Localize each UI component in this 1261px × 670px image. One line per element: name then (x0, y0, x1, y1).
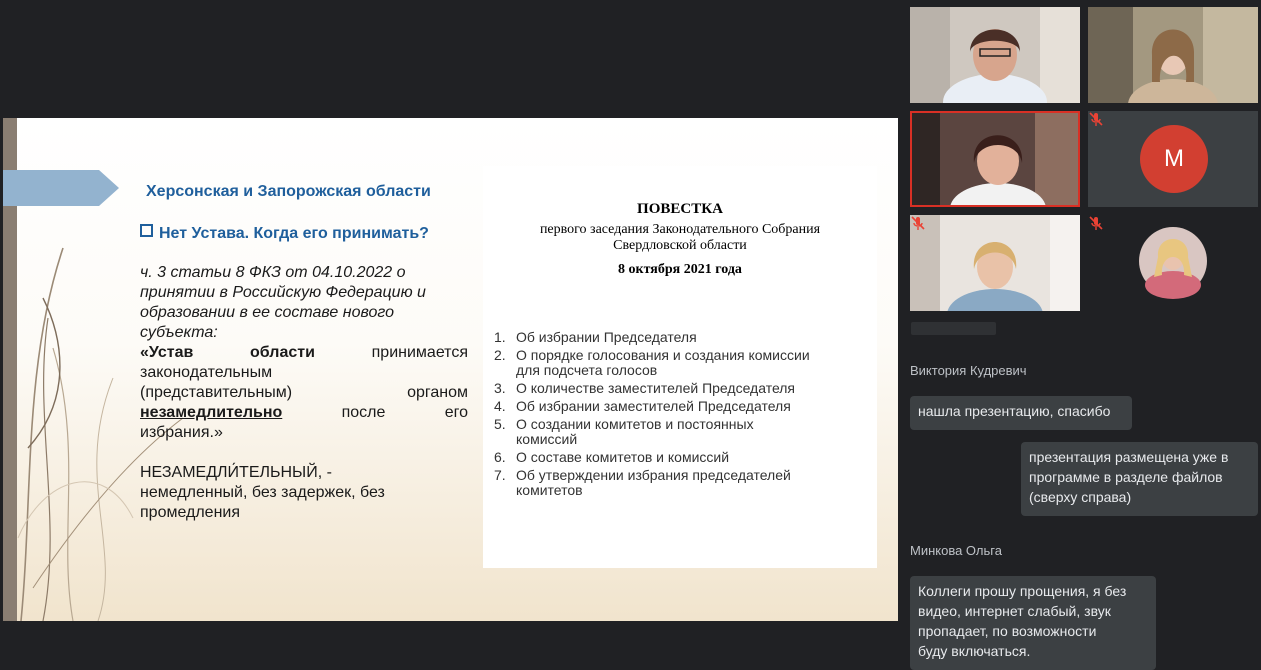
participant-tile-6[interactable] (1088, 215, 1258, 311)
quote-word: принимается (371, 344, 468, 361)
chat-message-own: презентация размещена уже в программе в … (1021, 442, 1258, 516)
agenda-item-number: 4. (494, 398, 506, 414)
agenda-item: 3. О количестве заместителей Председателя (494, 381, 874, 396)
agenda-item-number: 3. (494, 380, 506, 396)
agenda-item-number: 5. (494, 416, 506, 432)
agenda-item-number: 7. (494, 467, 506, 483)
definition-line: немедленный, без задержек, без (140, 484, 385, 501)
citation-line: принятии в Российскую Федерацию и (140, 284, 426, 301)
quote-line: законодательным (140, 364, 273, 381)
definition-line: промедления (140, 504, 241, 521)
chat-author: Минкова Ольга (910, 543, 1002, 558)
title-ribbon (3, 170, 119, 206)
participant-video (910, 7, 1080, 103)
agenda-item-text: Об избрании заместителей Председателя (516, 398, 791, 414)
agenda-item-text: для подсчета голосов (516, 362, 658, 378)
quote-word: его (444, 404, 468, 421)
agenda-item: 2. О порядке голосования и создания комис… (494, 348, 874, 378)
chat-message-line: программе в разделе файлов (1029, 469, 1223, 485)
quote-word: «Устав (140, 344, 194, 361)
participant-tile-3-active-speaker[interactable] (910, 111, 1080, 207)
chat-author: Виктория Кудревич (910, 363, 1027, 378)
slide-title: Херсонская и Запорожская области (146, 183, 431, 200)
chat-message-line: презентация размещена уже в (1029, 449, 1229, 465)
agenda-item-number: 2. (494, 347, 506, 363)
slide-definition: НЕЗАМЕДЛИ́ТЕЛЬНЫЙ, - немедленный, без за… (140, 463, 470, 523)
agenda-item: 4. Об избрании заместителей Председателя (494, 399, 874, 414)
mic-off-icon (911, 216, 925, 230)
active-speaker-border (910, 111, 1080, 207)
agenda-item-text: О порядке голосования и создания комисси… (516, 347, 810, 363)
agenda-item-text: О количестве заместителей Председателя (516, 380, 796, 396)
chat-message-line: Коллеги прошу прощения, я без (918, 583, 1127, 599)
agenda-item: 6. О составе комитетов и комиссий (494, 450, 874, 465)
agenda-document: ПОВЕСТКА первого заседания Законодательн… (483, 166, 877, 568)
quote-line: (представительным) органом (140, 383, 468, 403)
agenda-subheading: первого заседания Законодательного Собра… (483, 222, 877, 254)
citation-line: ч. 3 статьи 8 ФКЗ от 04.10.2022 о (140, 264, 406, 281)
chat-message-line: видео, интернет слабый, звук (918, 603, 1111, 619)
agenda-item-number: 6. (494, 449, 506, 465)
citation-line: субъекта: (140, 324, 218, 341)
agenda-item-text: комитетов (516, 482, 583, 498)
chat-message-line: пропадает, по возможности (918, 623, 1097, 639)
agenda-item: 7. Об утверждении избрания председателей к… (494, 468, 874, 498)
agenda-item-text: О составе комитетов и комиссий (516, 449, 730, 465)
agenda-item-text: Об избрании Председателя (516, 329, 697, 345)
participant-tile-2[interactable] (1088, 7, 1258, 103)
agenda-heading: ПОВЕСТКА (637, 201, 723, 217)
quote-word: органом (407, 384, 468, 401)
agenda-item-number: 1. (494, 329, 506, 345)
mic-off-icon (1089, 216, 1103, 230)
participant-video (910, 215, 1080, 311)
slide-question-text: Нет Устава. Когда его принимать? (159, 225, 429, 242)
agenda-item: 1. Об избрании Председателя (494, 330, 874, 345)
agenda-item-text: Об утверждении избрания председателей (516, 467, 791, 483)
quote-word: после (341, 404, 386, 421)
slide-question: Нет Устава. Когда его принимать? (140, 224, 429, 243)
blurred-participant-label (911, 322, 996, 335)
agenda-date: 8 октября 2021 года (618, 262, 742, 277)
agenda-list: 1. Об избрании Председателя 2. О порядке г… (494, 330, 874, 501)
quote-line: «Устав области принимается (140, 343, 468, 363)
citation-line: образовании в ее составе нового (140, 304, 394, 321)
participant-tile-4[interactable]: M (1088, 111, 1258, 207)
quote-line: незамедлительно после его (140, 403, 468, 423)
chat-message-line: нашла презентацию, спасибо (918, 403, 1111, 419)
agenda-item-text: комиссий (516, 431, 578, 447)
agenda-item: 5. О создании комитетов и постоянных комис… (494, 417, 874, 447)
chat-message-line: буду включаться. (918, 643, 1031, 659)
participant-avatar: M (1140, 125, 1208, 193)
participant-tile-1[interactable] (910, 7, 1080, 103)
participant-video (1088, 215, 1258, 311)
quote-word: незамедлительно (140, 404, 283, 421)
definition-line: НЕЗАМЕДЛИ́ТЕЛЬНЫЙ, - (140, 464, 332, 481)
quote-word: области (250, 344, 315, 361)
checkbox-bullet-icon (140, 224, 153, 237)
shared-slide: Херсонская и Запорожская области Нет Уст… (3, 118, 898, 621)
quote-word: (представительным) (140, 384, 293, 401)
mic-off-icon (1089, 112, 1103, 126)
agenda-subheading-line: первого заседания Законодательного Собра… (539, 222, 821, 237)
slide-citation: ч. 3 статьи 8 ФКЗ от 04.10.2022 о принят… (140, 263, 468, 443)
presentation-stage: Херсонская и Запорожская области Нет Уст… (0, 0, 900, 670)
chat-message: нашла презентацию, спасибо (910, 396, 1132, 430)
agenda-subheading-line: Свердловской области (613, 238, 747, 253)
chat-message: Коллеги прошу прощения, я без видео, инт… (910, 576, 1156, 670)
chat-message-line: (сверху справа) (1029, 489, 1132, 505)
agenda-item-text: О создании комитетов и постоянных (516, 416, 754, 432)
quote-line: избрания.» (140, 424, 223, 441)
participant-video (1088, 7, 1258, 103)
participant-tile-5[interactable] (910, 215, 1080, 311)
